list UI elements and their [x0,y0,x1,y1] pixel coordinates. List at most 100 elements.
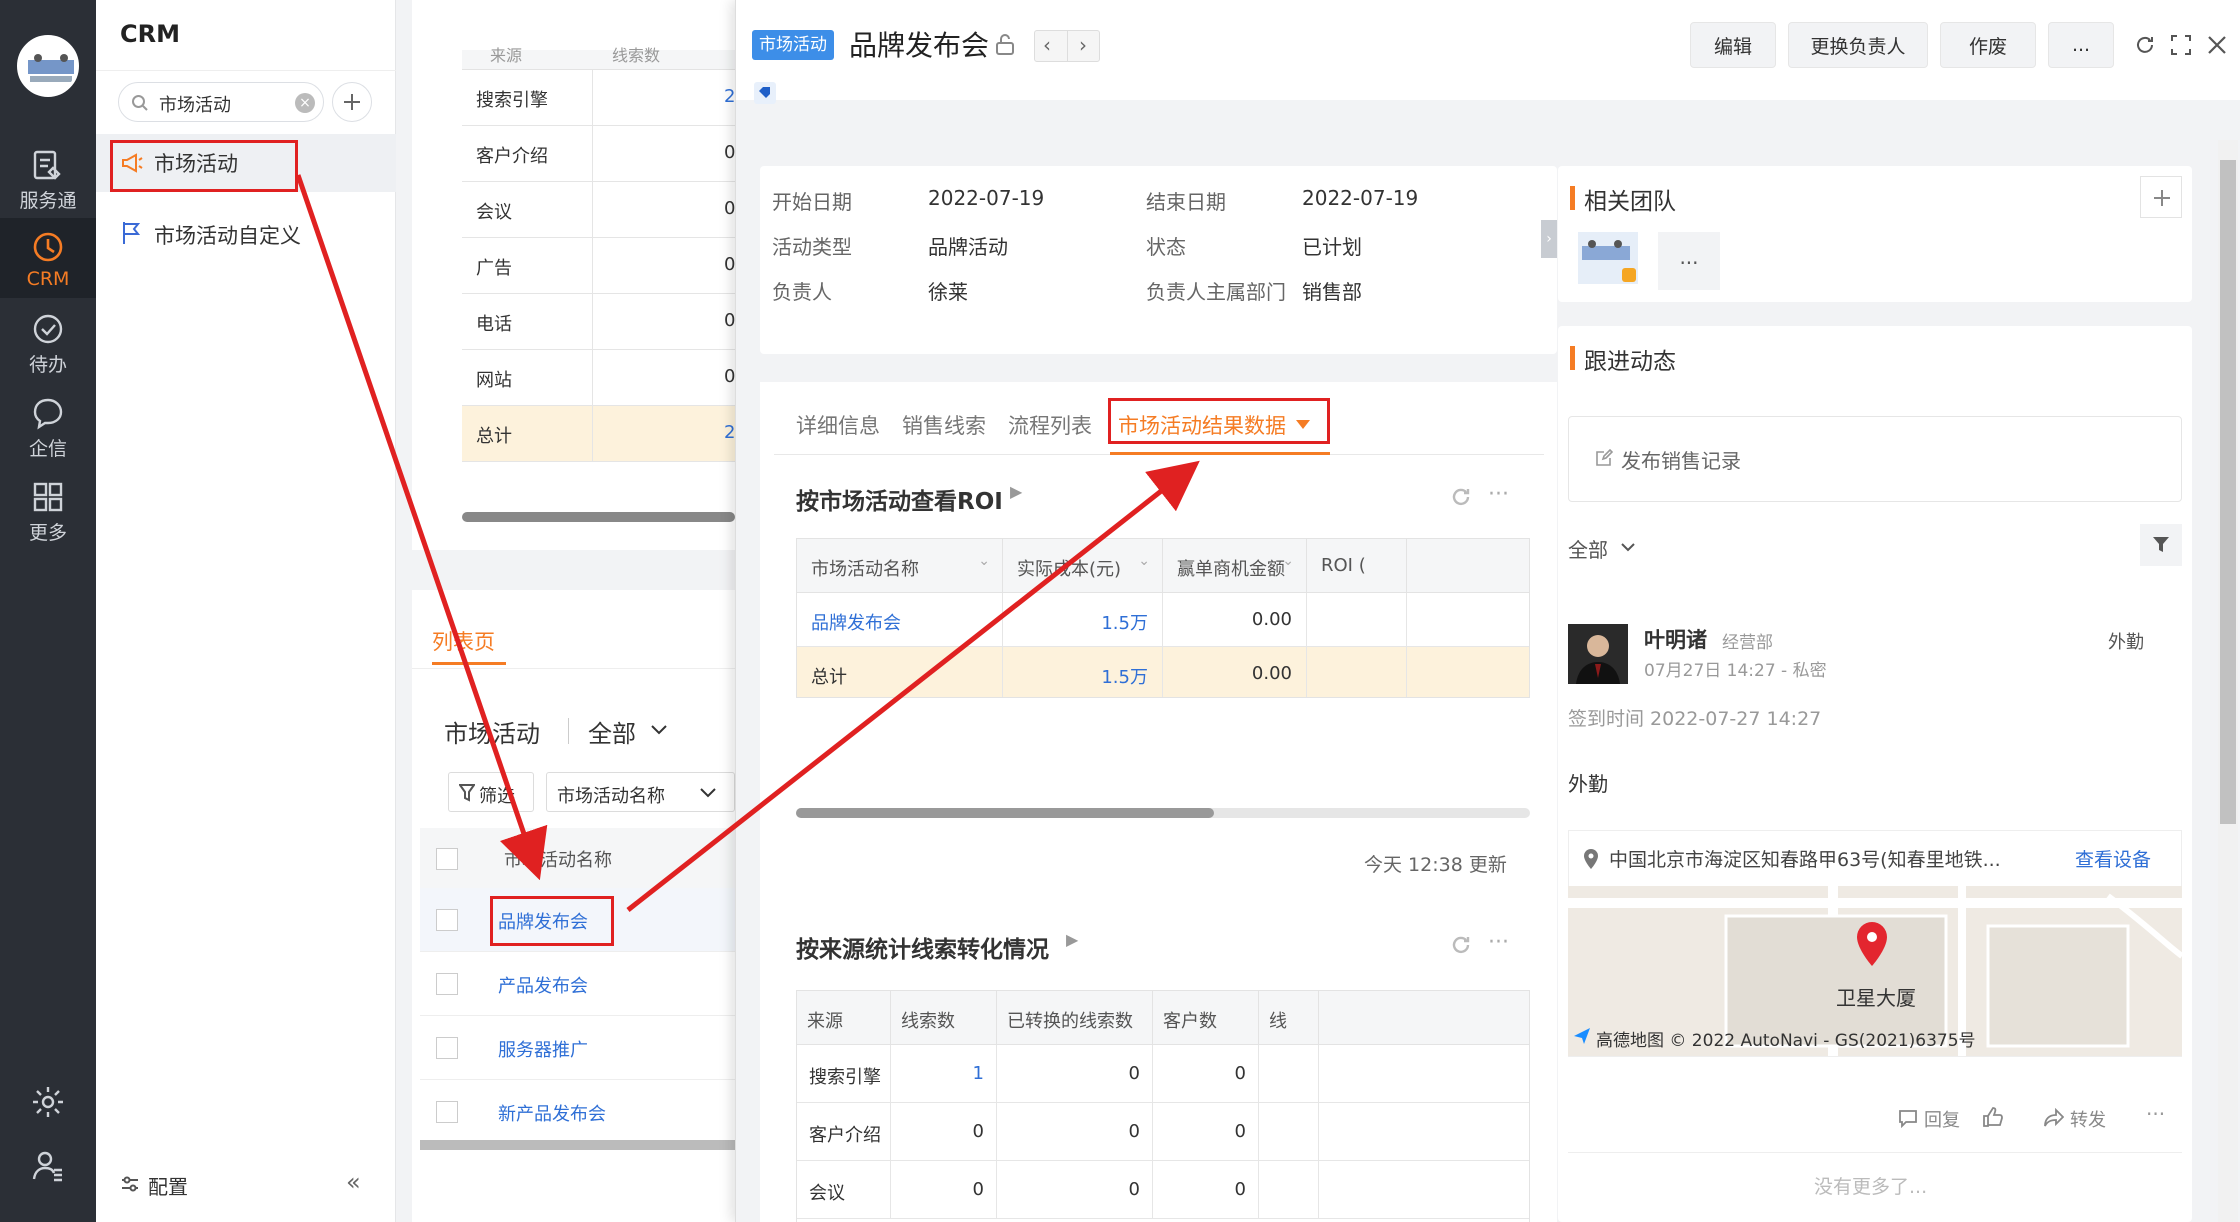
scope-select[interactable]: 全部 [588,714,636,749]
more-actions-button[interactable]: ... [2048,22,2114,68]
horizontal-scrollbar[interactable] [420,1140,735,1150]
user-settings-icon[interactable] [30,1148,66,1184]
next-record-icon[interactable]: › [1079,33,1087,57]
roi-section-title[interactable]: 按市场活动查看ROI [796,482,1003,516]
caret-right-icon: ▶ [1010,482,1023,501]
select-all-checkbox[interactable] [436,848,458,870]
edit-button[interactable]: 编辑 [1690,22,1776,68]
filter-button[interactable]: 筛选 [448,772,534,812]
fullscreen-icon[interactable] [2170,34,2192,56]
prev-record-icon[interactable]: ‹ [1043,33,1051,57]
org-logo[interactable] [17,35,79,97]
more-icon[interactable]: ··· [1488,930,1509,955]
menu-search-input[interactable]: 市场活动 × [118,82,324,122]
post-sales-record-input[interactable]: 发布销售记录 [1568,416,2182,502]
list-item[interactable]: 产品发布会 [420,952,735,1016]
campaign-link[interactable]: 服务器推广 [498,1036,588,1062]
list-item[interactable]: 新产品发布会 [420,1080,735,1144]
more-icon[interactable]: ··· [2146,1102,2165,1126]
avatar[interactable] [1568,624,1628,684]
view-device-link[interactable]: 查看设备 [2075,845,2151,872]
row-checkbox[interactable] [436,909,458,931]
unlock-icon[interactable] [994,32,1016,56]
more-icon[interactable]: ··· [1488,482,1509,507]
column-header[interactable]: 市场活动名称 ⌄ [797,539,1003,593]
forward-button[interactable]: 转发 [2070,1106,2106,1132]
refresh-icon[interactable] [1450,934,1472,956]
table-cell: 0 [1153,1103,1259,1161]
table-cell: 1 [891,1045,997,1103]
add-team-member-button[interactable] [2140,176,2182,218]
change-owner-button[interactable]: 更换负责人 [1788,22,1928,68]
roi-table: 市场活动名称 ⌄ 实际成本(元) ⌄ 赢单商机金额 ⌄ ROI ( 品牌发布会 1.5万 0.0… [796,538,1530,698]
annotation-box [1108,398,1330,444]
cell-value: 0 [1128,1121,1140,1142]
author-name[interactable]: 叶明诸 [1644,624,1707,654]
refresh-icon[interactable] [1450,486,1472,508]
config-link[interactable]: 配置 [148,1171,188,1200]
column-header[interactable]: 线索数 [891,991,997,1045]
column-header[interactable]: ROI ( [1307,539,1407,593]
close-icon[interactable] [2206,34,2228,56]
avatar[interactable] [1578,232,1638,284]
table-cell: 0 [997,1103,1153,1161]
record-pager: ‹ › [1034,30,1100,62]
feed-filter-select[interactable]: 全部 [1568,534,1608,563]
rail-label-chat: 企信 [28,438,67,460]
section-marker [1570,186,1575,210]
campaign-link[interactable]: 新产品发布会 [498,1100,606,1126]
settings-icon[interactable] [30,1084,66,1120]
tabs-card: 详细信息 销售线索 流程列表 市场活动结果数据 按市场活动查看ROI ▶ ···… [760,382,1557,1222]
column-header[interactable]: 赢单商机金额 ⌄ [1163,539,1307,593]
like-icon[interactable] [1982,1106,2004,1128]
field-select[interactable]: 市场活动名称 [546,772,735,812]
field-value: 徐莱 [928,280,968,304]
entry-type: 外勤 [2108,632,2144,653]
campaign-link[interactable]: 产品发布会 [498,972,588,998]
tab-process[interactable]: 流程列表 [1008,410,1092,440]
row-checkbox[interactable] [436,1101,458,1123]
field-value: 品牌活动 [928,235,1008,259]
sort-icon[interactable]: ⌄ [1138,553,1150,569]
refresh-icon[interactable] [2134,34,2156,56]
vertical-scrollbar-thumb[interactable] [2220,160,2236,824]
column-header[interactable]: 来源 [797,991,891,1045]
table-cell[interactable]: 品牌发布会 [797,593,1003,647]
clear-icon[interactable]: × [295,93,315,113]
tab-list-page[interactable]: 列表页 [432,626,495,656]
tag-icon[interactable] [754,82,776,104]
table-cell [1259,1161,1319,1219]
horizontal-scrollbar[interactable] [462,512,735,522]
rail-item-chat[interactable]: 企信 [0,384,96,468]
reply-button[interactable]: 回复 [1924,1106,1960,1132]
rail-item-todo[interactable]: 待办 [0,300,96,384]
add-menu-button[interactable] [332,82,372,122]
column-header[interactable]: 线 [1259,991,1319,1045]
sort-icon[interactable]: ⌄ [978,553,990,569]
tab-leads[interactable]: 销售线索 [902,410,986,440]
rail-item-service[interactable]: 服务通 [0,136,96,220]
row-checkbox[interactable] [436,1037,458,1059]
collapse-sidebar-icon[interactable]: « [346,1168,361,1196]
rail-item-more[interactable]: 更多 [0,468,96,552]
row-checkbox[interactable] [436,973,458,995]
list-item[interactable]: 服务器推广 [420,1016,735,1080]
table-cell: 1.5万 [1003,593,1163,647]
sort-icon[interactable]: ⌄ [1282,553,1294,569]
table-cell: 会议 [797,1161,891,1219]
horizontal-scrollbar-thumb[interactable] [796,808,1214,818]
feed-filter-button[interactable] [2140,524,2182,566]
column-header[interactable]: 客户数 [1153,991,1259,1045]
location-map[interactable]: 卫星大厦 高德地图 © 2022 AutoNavi - GS(2021)6375… [1568,886,2182,1056]
leads-table-header: 来源 线索数 已转换的线索数 客户数 线 [797,991,1529,1045]
rail-item-crm[interactable]: CRM [0,218,96,298]
void-button[interactable]: 作废 [1940,22,2036,68]
sidebar-item-marketing-custom[interactable]: 市场活动自定义 [96,206,396,264]
column-header[interactable]: 实际成本(元) ⌄ [1003,539,1163,593]
leads-section-title[interactable]: 按来源统计线索转化情况 [796,930,1049,964]
column-header[interactable]: 已转换的线索数 [997,991,1153,1045]
tab-details[interactable]: 详细信息 [796,410,880,440]
collapse-right-icon[interactable]: › [1541,220,1557,258]
more-members-button[interactable]: ... [1658,232,1720,290]
lead-count: 2 [724,422,736,443]
